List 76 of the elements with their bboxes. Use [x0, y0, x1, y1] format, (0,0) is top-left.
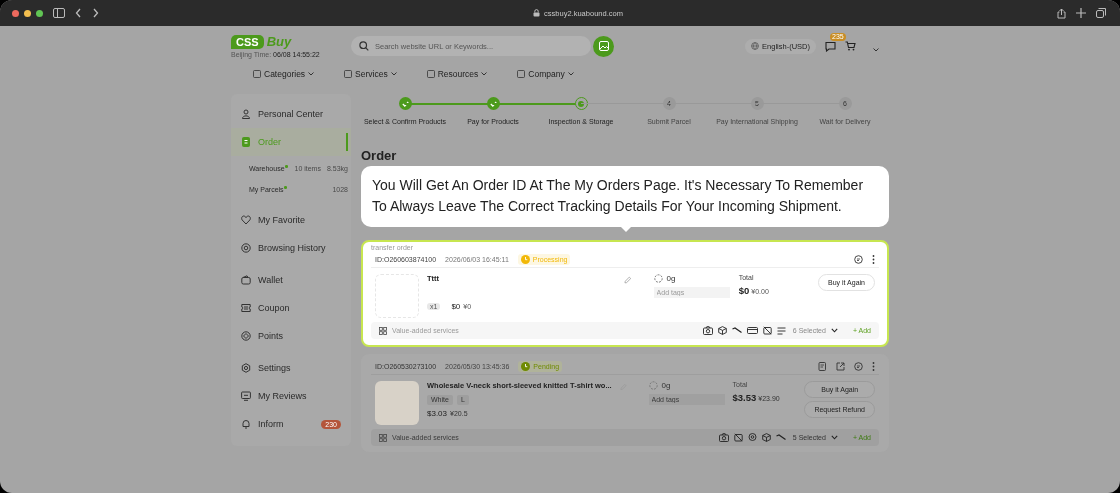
weight-value: 0g: [661, 381, 671, 390]
total-price: $0: [738, 285, 750, 296]
nav-menu-item[interactable]: Company: [517, 69, 574, 79]
bell-icon: [241, 419, 251, 429]
caret-icon: [567, 72, 574, 76]
caret-icon: [481, 72, 488, 76]
more-icon[interactable]: [872, 254, 875, 264]
lock-icon: [533, 9, 541, 17]
total-price: $3.53: [732, 392, 757, 403]
more-icon[interactable]: [872, 361, 875, 371]
chat-icon[interactable]: [854, 361, 863, 371]
image-search-button[interactable]: [593, 35, 614, 57]
sidebar-item[interactable]: Settings: [231, 354, 351, 382]
nav-menu-item[interactable]: Services: [344, 69, 397, 79]
tooltip-pointer: [620, 226, 632, 232]
caret-icon[interactable]: [830, 328, 838, 333]
menu-item-icon: [517, 70, 526, 78]
menu-item-icon: [426, 70, 435, 78]
sidebar-item[interactable]: Personal Center: [231, 100, 351, 128]
wallet-icon: [241, 275, 251, 285]
caret-icon[interactable]: [830, 435, 838, 440]
grid-icon: [379, 326, 387, 335]
person-icon: [241, 109, 251, 119]
nav-menu-item[interactable]: Resources: [426, 69, 488, 79]
guide-tooltip: You Will Get An Order ID At The My Orders Page. It's Necessary To Remember To Always Leave The Correct Tracking Details For Your Incoming Shipment.: [361, 166, 889, 227]
photo-placeholder: [375, 381, 419, 425]
window-controls-icon[interactable]: [12, 9, 43, 17]
image-icon: [598, 41, 609, 51]
eye-icon: [241, 243, 251, 253]
cart-icon[interactable]: [845, 41, 856, 51]
sidebar-item[interactable]: My Reviews: [231, 382, 351, 410]
chat-icon[interactable]: [854, 254, 863, 264]
loading-icon: [648, 381, 658, 390]
logo-placeholder: [375, 274, 419, 318]
forward-icon[interactable]: [92, 8, 99, 18]
menu-item-icon: [253, 70, 261, 78]
nav-menu-item[interactable]: Categories: [253, 69, 315, 79]
share-icon[interactable]: [836, 361, 845, 371]
weight-value: 0g: [666, 274, 676, 283]
camera-icon: [702, 326, 713, 335]
camera-icon: [718, 433, 729, 442]
sidebar-item[interactable]: My Favorite: [231, 206, 351, 234]
sidebar-item[interactable]: Points: [231, 322, 351, 350]
menu-item-icon: [344, 70, 353, 78]
loading-icon: [653, 274, 663, 283]
document-icon: [241, 137, 251, 147]
back-icon[interactable]: [75, 8, 82, 18]
sidebar-item[interactable]: Coupon: [231, 294, 351, 322]
sidebar-item[interactable]: Wallet: [231, 266, 351, 294]
no-photo-icon: [762, 326, 772, 335]
caret-icon: [390, 72, 397, 76]
caret-icon: [308, 72, 315, 76]
new-tab-icon[interactable]: [1076, 8, 1086, 18]
eye-icon: [747, 433, 757, 442]
caret-icon[interactable]: [873, 48, 879, 52]
card-icon: [746, 327, 758, 334]
box-icon: [761, 433, 771, 442]
monitor-icon: [241, 391, 251, 401]
document-icon[interactable]: [818, 361, 827, 371]
globe-icon: [751, 42, 760, 50]
tabs-overview-icon[interactable]: [1096, 8, 1106, 18]
grid-icon: [379, 433, 387, 442]
page-title: Order: [361, 148, 398, 163]
ticket-icon: [241, 303, 251, 313]
box-icon: [717, 326, 727, 335]
item-price: $3.03: [427, 409, 448, 418]
diamond-icon: [241, 331, 251, 341]
sidebar-item[interactable]: Browsing History: [231, 234, 351, 262]
list-icon: [776, 326, 786, 335]
messages-icon[interactable]: [825, 40, 836, 52]
share-icon[interactable]: [1057, 7, 1066, 19]
no-photo-icon: [733, 433, 743, 442]
sidebar-toggle-icon[interactable]: [53, 8, 65, 18]
item-price: $0: [451, 302, 461, 311]
settings-icon: [241, 363, 251, 373]
heart-icon: [241, 215, 251, 225]
